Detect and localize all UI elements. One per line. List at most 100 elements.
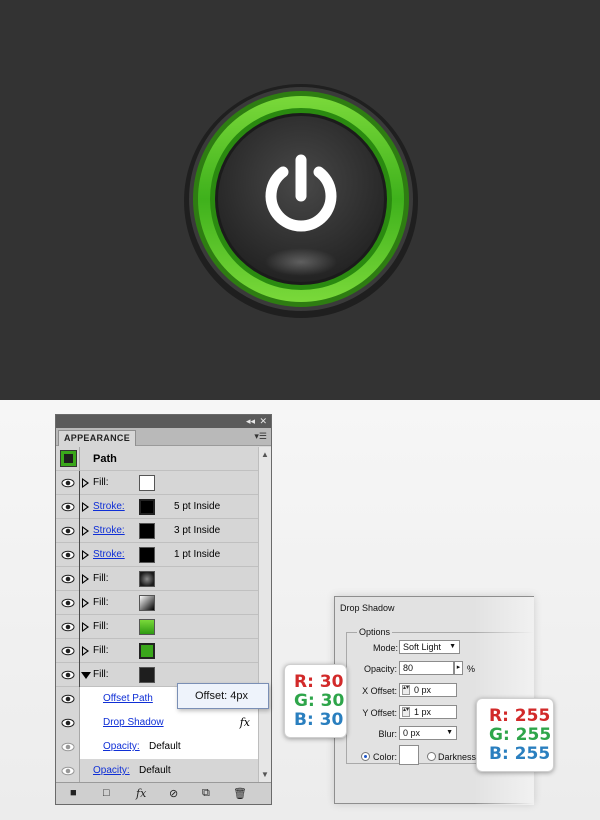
eye-icon[interactable] (61, 644, 75, 658)
power-button-artwork (184, 84, 418, 318)
tab-appearance[interactable]: APPEARANCE (58, 430, 136, 446)
attribute-row[interactable]: Fill: (56, 567, 258, 591)
options-label: Options (357, 627, 393, 637)
stroke-link[interactable]: Stroke: (93, 525, 125, 536)
scroll-up-icon[interactable]: ▲ (261, 450, 269, 459)
panel-scrollbar[interactable]: ▲ ▼ (258, 447, 271, 782)
eye-icon[interactable] (61, 476, 75, 490)
stroke-link[interactable]: Stroke: (93, 501, 125, 512)
mode-select[interactable]: Soft Light ▼ (399, 640, 460, 654)
eye-icon[interactable] (61, 620, 75, 634)
clear-appearance-icon[interactable]: □ (103, 787, 110, 799)
x-offset-value: 0 px (414, 685, 432, 695)
offset-tooltip: Offset: 4px (177, 683, 269, 709)
opacity-link[interactable]: Opacity: (93, 765, 130, 776)
opacity-field[interactable]: 80 (399, 661, 454, 675)
rgb-callout-dark: R: 30 G: 30 B: 30 (284, 664, 347, 738)
red-value: R: 255 (489, 706, 551, 726)
attribute-row[interactable]: Fill: (56, 591, 258, 615)
eye-icon[interactable] (61, 524, 75, 538)
collapse-triangle-icon[interactable] (81, 672, 91, 679)
eye-icon[interactable] (61, 740, 75, 754)
blue-value: B: 255 (489, 744, 551, 764)
green-value: G: 255 (489, 725, 552, 745)
fill-swatch[interactable] (139, 571, 155, 587)
blur-field[interactable]: 0 px ▼ (399, 726, 457, 740)
chevron-down-icon: ▼ (449, 643, 456, 650)
expand-triangle-icon[interactable] (82, 526, 89, 536)
fill-swatch[interactable] (139, 595, 155, 611)
attribute-label: Fill: (93, 669, 109, 680)
eye-icon[interactable] (61, 548, 75, 562)
scroll-down-icon[interactable]: ▼ (261, 770, 269, 779)
fill-swatch[interactable] (139, 643, 155, 659)
expand-triangle-icon[interactable] (82, 478, 89, 488)
attribute-row[interactable]: Fill: (56, 615, 258, 639)
expand-triangle-icon[interactable] (82, 598, 89, 608)
expand-triangle-icon[interactable] (82, 502, 89, 512)
eye-icon[interactable] (61, 500, 75, 514)
attribute-label: Fill: (93, 477, 109, 488)
stroke-swatch[interactable] (139, 523, 155, 539)
fill-swatch[interactable] (139, 619, 155, 635)
y-offset-label: Y Offset: (362, 708, 397, 718)
attribute-row[interactable]: Stroke: 1 pt Inside (56, 543, 258, 567)
eye-icon[interactable] (61, 596, 75, 610)
opacity-field-value: 80 (403, 663, 414, 673)
eye-icon[interactable] (61, 668, 75, 682)
fill-swatch[interactable] (139, 667, 155, 683)
double-arrow-left-icon[interactable]: ◂◂ (246, 416, 255, 427)
path-thumbnail (60, 450, 77, 467)
stepper-icon[interactable]: ▴▾ (402, 707, 410, 717)
attribute-row[interactable]: Stroke: 5 pt Inside (56, 495, 258, 519)
expand-triangle-icon[interactable] (82, 574, 89, 584)
y-offset-field[interactable]: ▴▾ 1 px (399, 705, 457, 719)
expand-triangle-icon[interactable] (82, 550, 89, 560)
object-label: Path (93, 453, 117, 465)
opacity-link[interactable]: Opacity: (103, 741, 140, 752)
appearance-list: Path Fill: Stroke: 5 pt Inside Stroke: 3… (56, 447, 258, 783)
no-icon[interactable]: ⊘ (169, 787, 178, 800)
close-icon[interactable]: ✕ (259, 416, 267, 427)
stepper-icon[interactable]: ▴▾ (402, 685, 410, 695)
stroke-info: 5 pt Inside (174, 501, 221, 512)
attribute-row[interactable]: Fill: (56, 639, 258, 663)
attribute-row[interactable]: Fill: (56, 471, 258, 495)
attribute-row[interactable]: Stroke: 3 pt Inside (56, 519, 258, 543)
attribute-label: Fill: (93, 645, 109, 656)
path-opacity-row[interactable]: Opacity: Default (56, 759, 258, 783)
drop-shadow-link[interactable]: Drop Shadow (103, 717, 164, 728)
fill-swatch[interactable] (139, 475, 155, 491)
expand-triangle-icon[interactable] (82, 622, 89, 632)
panel-tab-row: APPEARANCE ▾☰ (56, 428, 271, 446)
path-row[interactable]: Path (56, 447, 258, 471)
color-radio[interactable] (361, 752, 370, 761)
tree-line (79, 471, 80, 687)
color-label: Color: (373, 752, 398, 762)
mode-label: Mode: (373, 643, 399, 653)
offset-path-link[interactable]: Offset Path (103, 693, 153, 704)
duplicate-icon[interactable]: ⧉ (202, 787, 210, 800)
new-art-basic-icon[interactable]: ■ (70, 787, 77, 799)
trash-icon[interactable]: 🗑 (233, 787, 247, 800)
fx-icon[interactable]: fx (136, 787, 146, 800)
x-offset-field[interactable]: ▴▾ 0 px (399, 683, 457, 697)
stroke-link[interactable]: Stroke: (93, 549, 125, 560)
blur-label: Blur: (378, 729, 397, 739)
opacity-row[interactable]: Opacity: Default (56, 735, 258, 759)
stroke-swatch[interactable] (139, 547, 155, 563)
expand-triangle-icon[interactable] (82, 646, 89, 656)
darkness-radio[interactable] (427, 752, 436, 761)
eye-icon[interactable] (61, 764, 75, 778)
panel-menu-icon[interactable]: ▾☰ (254, 431, 267, 442)
blue-value: B: 30 (294, 710, 344, 730)
eye-icon[interactable] (61, 716, 75, 730)
effect-row[interactable]: Drop Shadow fx (56, 711, 258, 735)
shadow-color-swatch[interactable] (399, 745, 419, 765)
opacity-arrow-icon[interactable]: ▸ (454, 661, 463, 675)
opacity-value: Default (149, 741, 181, 752)
attribute-label: Fill: (93, 621, 109, 632)
eye-icon[interactable] (61, 572, 75, 586)
stroke-swatch[interactable] (139, 499, 155, 515)
eye-icon[interactable] (61, 692, 75, 706)
